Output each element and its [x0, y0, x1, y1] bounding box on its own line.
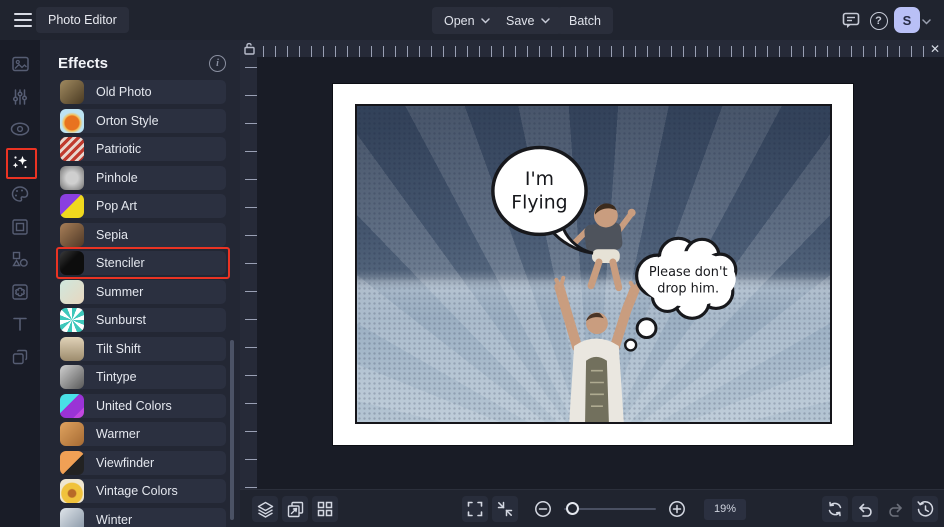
history-icon[interactable] — [912, 496, 938, 522]
ruler-lock-icon[interactable] — [240, 40, 259, 57]
baby-figure — [569, 203, 636, 292]
effect-thumbnail — [60, 422, 84, 446]
effect-thumbnail — [60, 365, 84, 389]
effects-panel: Effects i Old Photo Orton Style Patrioti… — [40, 40, 240, 527]
thought-bubble-line1: Please don't — [649, 265, 728, 280]
speech-bubble-line2: Flying — [511, 193, 567, 214]
photo-editor-app: Photo Editor Open Save Batch ? S Effects… — [0, 0, 944, 527]
effect-thumbnail — [60, 80, 84, 104]
effect-item-viewfinder[interactable]: Viewfinder — [60, 450, 226, 475]
close-rulers-icon[interactable]: ✕ — [926, 40, 944, 57]
thought-bubble-line2: drop him. — [657, 282, 719, 297]
effect-item-summer[interactable]: Summer — [60, 279, 226, 304]
save-button[interactable]: Save — [494, 7, 562, 34]
feedback-chat-icon[interactable] — [838, 8, 863, 33]
app-title: Photo Editor — [36, 7, 129, 33]
speech-bubble-line1: I'm — [525, 169, 554, 190]
panel-title: Effects — [58, 54, 109, 72]
effect-thumbnail — [60, 194, 84, 218]
zoom-level-value[interactable]: 19% — [704, 498, 746, 520]
effects-list: Old Photo Orton Style Patriotic Pinhole … — [56, 80, 230, 527]
topbar: Photo Editor Open Save Batch ? S — [0, 0, 944, 40]
effect-thumbnail — [60, 222, 84, 247]
effect-thumbnail — [60, 137, 84, 161]
batch-button[interactable]: Batch — [557, 7, 613, 34]
effect-item-sunburst[interactable]: Sunburst — [60, 308, 226, 332]
hamburger-menu-icon[interactable] — [14, 13, 32, 27]
canvas-area: ✕ I'm Flying Please don't drop him. — [240, 40, 944, 489]
avatar-initial: S — [902, 12, 912, 28]
effect-thumbnail — [60, 336, 84, 361]
account-chevron-down-icon[interactable] — [922, 13, 931, 28]
help-icon[interactable]: ? — [866, 8, 891, 33]
textures-icon[interactable] — [0, 276, 40, 309]
comic-image: I'm Flying Please don't drop him. — [355, 104, 832, 424]
effect-thumbnail — [60, 251, 84, 275]
redo-icon[interactable] — [882, 496, 908, 522]
effect-item-patriotic[interactable]: Patriotic — [60, 137, 226, 161]
chevron-down-icon — [540, 17, 550, 24]
fit-to-screen-icon[interactable] — [492, 496, 518, 522]
effect-item-orton-style[interactable]: Orton Style — [60, 108, 226, 133]
effect-thumbnail — [60, 479, 84, 503]
bottom-toolbar: 19% — [240, 489, 944, 527]
tool-rail — [0, 40, 40, 527]
horizontal-ruler[interactable] — [259, 40, 926, 57]
effect-thumbnail — [60, 165, 84, 190]
effect-item-pop-art[interactable]: Pop Art — [60, 194, 226, 218]
canvas-document[interactable]: I'm Flying Please don't drop him. — [333, 84, 853, 445]
effect-thumbnail — [60, 450, 84, 475]
effect-thumbnail — [60, 308, 84, 332]
effects-icon[interactable] — [0, 146, 40, 178]
grid-template-icon[interactable] — [312, 496, 338, 522]
effect-item-tintype[interactable]: Tintype — [60, 365, 226, 389]
overlays-icon[interactable] — [0, 341, 40, 374]
layers-icon[interactable] — [252, 496, 278, 522]
svg-text:Please don't: Please don't — [649, 265, 728, 280]
open-button-label: Open — [444, 13, 475, 28]
thought-bubble: Please don't drop him. — [624, 236, 738, 352]
effect-item-pinhole[interactable]: Pinhole — [60, 165, 226, 190]
zoom-out-icon[interactable] — [530, 496, 556, 522]
effect-thumbnail — [60, 108, 84, 133]
open-button[interactable]: Open — [432, 7, 502, 34]
effect-item-tilt-shift[interactable]: Tilt Shift — [60, 336, 226, 361]
artsy-icon[interactable] — [0, 178, 40, 211]
effect-item-vintage-colors[interactable]: Vintage Colors — [60, 479, 226, 503]
zoom-slider-knob[interactable] — [566, 502, 579, 515]
graphics-icon[interactable] — [0, 243, 40, 276]
effect-thumbnail — [60, 507, 84, 527]
batch-button-label: Batch — [569, 13, 601, 28]
effect-item-old-photo[interactable]: Old Photo — [60, 80, 226, 104]
save-button-label: Save — [506, 13, 535, 28]
effect-item-stenciler[interactable]: Stenciler — [56, 247, 230, 279]
undo-icon[interactable] — [852, 496, 878, 522]
frames-icon[interactable] — [0, 211, 40, 244]
svg-text:Flying: Flying — [511, 193, 567, 214]
zoom-slider[interactable] — [564, 502, 656, 515]
vertical-ruler[interactable] — [240, 57, 257, 489]
effect-thumbnail — [60, 393, 84, 418]
effect-item-united-colors[interactable]: United Colors — [60, 393, 226, 418]
zoom-in-icon[interactable] — [664, 496, 690, 522]
effects-panel-header: Effects i — [58, 52, 226, 74]
fullscreen-icon[interactable] — [462, 496, 488, 522]
effect-item-winter[interactable]: Winter — [60, 507, 226, 527]
svg-text:drop him.: drop him. — [657, 282, 719, 297]
chevron-down-icon — [480, 17, 490, 24]
info-icon[interactable]: i — [209, 54, 226, 72]
text-icon[interactable] — [0, 308, 40, 341]
app-title-label: Photo Editor — [48, 13, 117, 27]
reset-icon[interactable] — [822, 496, 848, 522]
touchup-icon[interactable] — [0, 113, 40, 146]
effect-item-sepia[interactable]: Sepia — [60, 222, 226, 247]
svg-text:I'm: I'm — [525, 169, 554, 190]
effect-thumbnail — [60, 279, 84, 304]
photos-icon[interactable] — [0, 48, 40, 81]
effect-item-warmer[interactable]: Warmer — [60, 422, 226, 446]
resize-canvas-icon[interactable] — [282, 496, 308, 522]
avatar[interactable]: S — [894, 7, 920, 33]
adjust-icon[interactable] — [0, 81, 40, 114]
panel-scrollbar[interactable] — [230, 340, 234, 520]
